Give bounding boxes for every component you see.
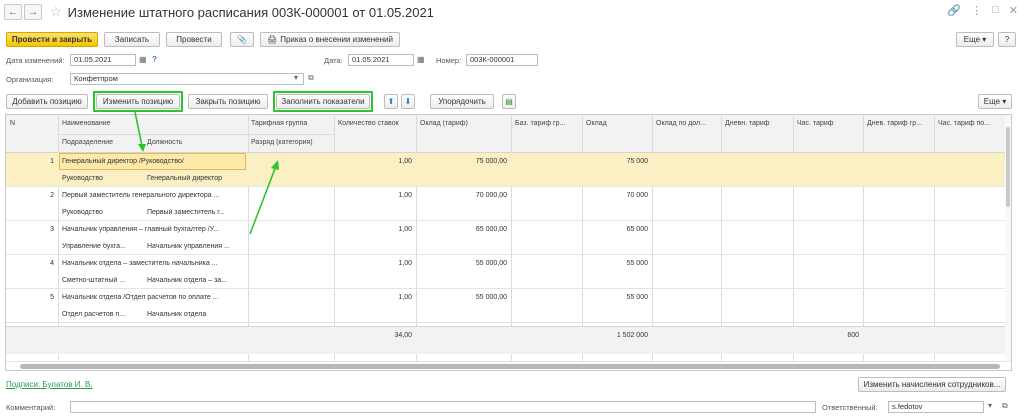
arrow-head	[138, 144, 146, 152]
open-icon[interactable]: ⧉	[1002, 401, 1008, 411]
change-accruals-button[interactable]: Изменить начисления сотрудников...	[858, 377, 1006, 392]
annotation-arrows	[134, 111, 279, 235]
arrow-to-position	[134, 111, 143, 147]
arrow-to-grade	[249, 165, 277, 235]
comment-label: Комментарий:	[6, 403, 56, 412]
comment-input[interactable]	[70, 401, 816, 413]
arrow-head	[271, 160, 279, 170]
chevron-down-icon[interactable]: ▾	[988, 401, 992, 410]
signatures-link[interactable]: Подписи: Булатов И. В.	[6, 380, 93, 389]
responsible-label: Ответственный:	[822, 403, 878, 412]
responsible-input[interactable]: s.fedotov	[888, 401, 984, 413]
